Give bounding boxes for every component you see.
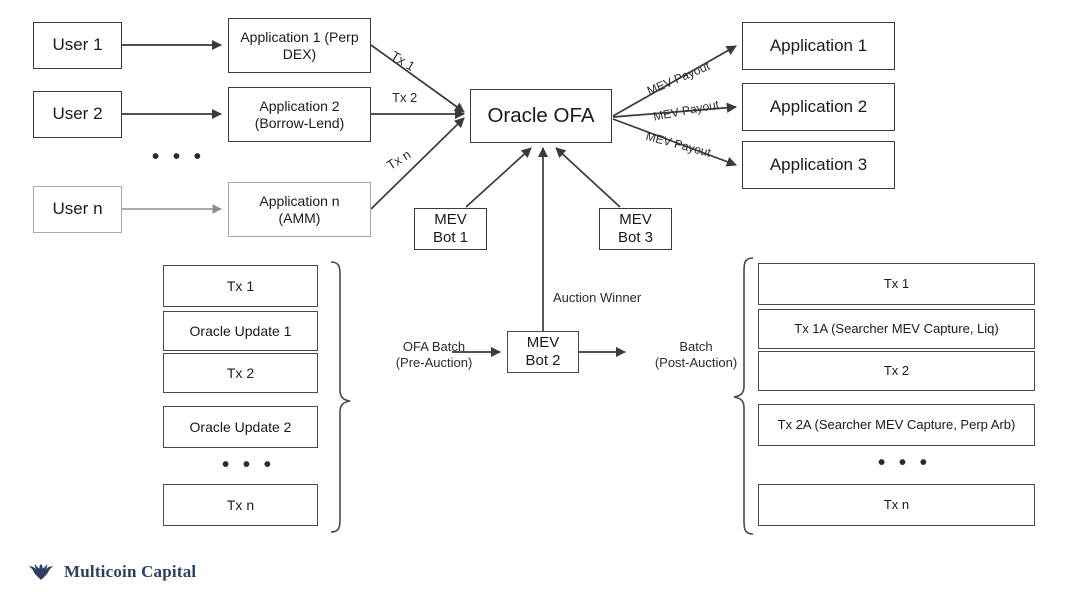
pre-batch-item-oracle-update-2[interactable]: Oracle Update 2 bbox=[163, 406, 318, 448]
node-label: Application 1 bbox=[769, 35, 868, 55]
node-label: Tx 1 bbox=[226, 277, 255, 294]
node-label: User n bbox=[52, 199, 103, 219]
pre-batch-item-tx-n[interactable]: Tx n bbox=[163, 484, 318, 526]
pre-batch-item-oracle-update-1[interactable]: Oracle Update 1 bbox=[163, 311, 318, 351]
node-dest-application-2[interactable]: Application 2 bbox=[742, 83, 895, 131]
node-label: Application 3 bbox=[769, 154, 868, 174]
edge-label-tx-2: Tx 2 bbox=[392, 90, 418, 105]
auction-winner-label: Auction Winner bbox=[553, 290, 642, 305]
edge-label-tx-n: Tx n bbox=[384, 146, 414, 173]
node-label: Tx 1 bbox=[883, 276, 910, 292]
node-label: User 1 bbox=[52, 35, 103, 55]
post-batch-item-tx-2[interactable]: Tx 2 bbox=[758, 351, 1035, 391]
node-label: Application n (AMM) bbox=[259, 192, 340, 226]
node-label: Oracle Update 1 bbox=[189, 322, 292, 339]
pre-batch-ellipsis: • • • bbox=[222, 453, 275, 476]
node-label: MEV Bot 3 bbox=[617, 211, 654, 246]
node-application-n-amm[interactable]: Application n (AMM) bbox=[228, 182, 371, 237]
node-user-2[interactable]: User 2 bbox=[33, 91, 122, 138]
node-dest-application-3[interactable]: Application 3 bbox=[742, 141, 895, 189]
pre-batch-item-tx-2[interactable]: Tx 2 bbox=[163, 353, 318, 393]
node-label: MEV Bot 2 bbox=[525, 334, 561, 369]
node-label: Tx 2A (Searcher MEV Capture, Perp Arb) bbox=[777, 417, 1016, 433]
post-batch-item-tx-1a[interactable]: Tx 1A (Searcher MEV Capture, Liq) bbox=[758, 309, 1035, 349]
edge-label-mev-payout-1: MEV Payout bbox=[645, 58, 712, 98]
node-application-2-borrow-lend[interactable]: Application 2 (Borrow-Lend) bbox=[228, 87, 371, 142]
pre-batch-item-tx-1[interactable]: Tx 1 bbox=[163, 265, 318, 307]
node-label: Application 2 (Borrow-Lend) bbox=[254, 97, 345, 131]
edge-label-mev-payout-3: MEV Payout bbox=[644, 129, 713, 160]
node-label: Tx 1A (Searcher MEV Capture, Liq) bbox=[794, 321, 999, 337]
node-dest-application-1[interactable]: Application 1 bbox=[742, 22, 895, 70]
node-application-1-perp-dex[interactable]: Application 1 (Perp DEX) bbox=[228, 18, 371, 73]
edge-label-tx-1: Tx 1 bbox=[388, 48, 418, 74]
node-label: Application 2 bbox=[769, 96, 868, 116]
post-auction-brace bbox=[733, 257, 754, 535]
post-batch-item-tx-2a[interactable]: Tx 2A (Searcher MEV Capture, Perp Arb) bbox=[758, 404, 1035, 446]
pre-auction-batch-caption: OFA Batch (Pre-Auction) bbox=[395, 339, 473, 371]
post-batch-ellipsis: • • • bbox=[878, 451, 931, 474]
node-label: Oracle Update 2 bbox=[189, 418, 292, 435]
node-mev-bot-2[interactable]: MEV Bot 2 bbox=[507, 331, 579, 373]
footer-wordmark: Multicoin Capital bbox=[64, 562, 197, 581]
node-label: Tx 2 bbox=[883, 363, 910, 379]
node-label: Application 1 (Perp DEX) bbox=[240, 28, 359, 62]
eagle-icon bbox=[29, 564, 53, 580]
post-batch-item-tx-n[interactable]: Tx n bbox=[758, 484, 1035, 526]
users-ellipsis: • • • bbox=[152, 145, 205, 168]
post-auction-batch-caption: Batch (Post-Auction) bbox=[654, 339, 738, 371]
edge-label-mev-payout-2: MEV Payout bbox=[652, 97, 721, 124]
node-mev-bot-3[interactable]: MEV Bot 3 bbox=[599, 208, 672, 250]
post-batch-item-tx-1[interactable]: Tx 1 bbox=[758, 263, 1035, 305]
node-label: Tx n bbox=[226, 496, 255, 513]
node-user-1[interactable]: User 1 bbox=[33, 22, 122, 69]
node-label: Tx n bbox=[883, 497, 910, 513]
diagram-canvas: User 1 User 2 • • • User n Application 1… bbox=[0, 0, 1080, 615]
node-label: MEV Bot 1 bbox=[432, 211, 469, 246]
node-label: Oracle OFA bbox=[487, 103, 595, 127]
node-mev-bot-1[interactable]: MEV Bot 1 bbox=[414, 208, 487, 250]
node-label: Tx 2 bbox=[226, 364, 255, 381]
node-oracle-ofa[interactable]: Oracle OFA bbox=[470, 89, 612, 143]
node-label: User 2 bbox=[52, 104, 103, 124]
node-user-n[interactable]: User n bbox=[33, 186, 122, 233]
pre-auction-brace bbox=[330, 261, 351, 533]
footer-logo: Multicoin Capital bbox=[28, 562, 196, 582]
